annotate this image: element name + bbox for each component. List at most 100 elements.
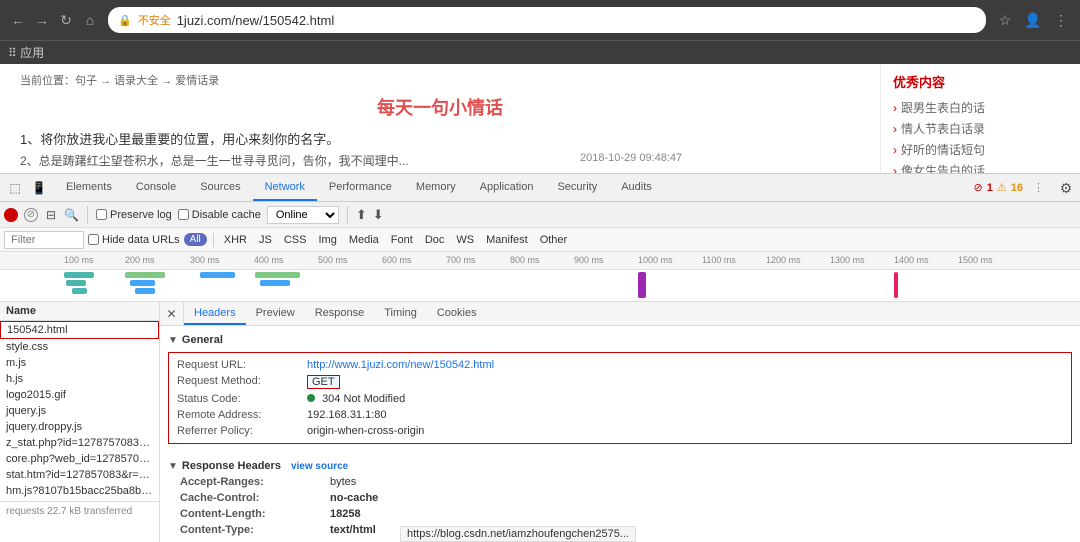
file-item-10[interactable]: hm.js?8107b15bacc25ba8b7f... xyxy=(0,483,159,499)
disable-cache-checkbox[interactable]: Disable cache xyxy=(178,209,261,221)
view-source-link[interactable]: view source xyxy=(291,461,348,472)
error-icon: ⊘ xyxy=(974,181,983,194)
content-length-value: 18258 xyxy=(330,508,361,520)
filter-xhr[interactable]: XHR xyxy=(220,233,251,247)
filter-icon[interactable]: ⊟ xyxy=(44,208,58,222)
record-button[interactable] xyxy=(4,208,18,222)
tab-audits[interactable]: Audits xyxy=(609,174,664,201)
preserve-log-checkbox[interactable]: Preserve log xyxy=(96,209,172,221)
sidebar-item-2[interactable]: 好听的情话短句 xyxy=(893,139,1068,160)
filter-css[interactable]: CSS xyxy=(280,233,311,247)
tab-elements[interactable]: Elements xyxy=(54,174,124,201)
devtools-settings-button[interactable]: ⚙ xyxy=(1052,174,1080,202)
address-bar[interactable]: 🔒 不安全 1juzi.com/new/150542.html xyxy=(108,7,986,33)
file-item-2[interactable]: m.js xyxy=(0,355,159,371)
sidebar-item-0[interactable]: 跟男生表白的话 xyxy=(893,97,1068,118)
filter-input[interactable] xyxy=(4,231,84,249)
tick-200ms: 200 ms xyxy=(125,255,155,265)
general-header: ▼ General xyxy=(168,330,1072,348)
throttle-select[interactable]: Online Offline Slow 3G Fast 3G xyxy=(267,206,339,224)
hide-data-urls-label: Hide data URLs xyxy=(102,234,180,246)
detail-tab-preview[interactable]: Preview xyxy=(246,302,305,325)
tl-bar-vertical2 xyxy=(894,272,898,298)
request-url-value[interactable]: http://www.1juzi.com/new/150542.html xyxy=(307,359,494,371)
status-code-label: Status Code: xyxy=(177,393,307,405)
profile-button[interactable]: 👤 xyxy=(1022,9,1044,31)
file-item-0[interactable]: 150542.html xyxy=(0,321,159,339)
tick-700ms: 700 ms xyxy=(446,255,476,265)
detail-tab-headers[interactable]: Headers xyxy=(184,302,246,325)
detail-close-button[interactable]: ✕ xyxy=(160,302,184,325)
apps-label: ⠿ 应用 xyxy=(8,44,44,61)
upload-icon[interactable]: ⬆ xyxy=(356,207,367,223)
bookmarks-bar: ⠿ 应用 xyxy=(0,40,1080,64)
filter-doc[interactable]: Doc xyxy=(421,233,449,247)
filter-font[interactable]: Font xyxy=(387,233,417,247)
preserve-log-input[interactable] xyxy=(96,209,107,220)
file-item-6[interactable]: jquery.droppy.js xyxy=(0,419,159,435)
file-item-1[interactable]: style.css xyxy=(0,339,159,355)
timeline-ruler: 100 ms 200 ms 300 ms 400 ms 500 ms 600 m… xyxy=(0,252,1080,270)
back-button[interactable]: ← xyxy=(8,10,28,30)
network-toolbar: ⊘ ⊟ 🔍 Preserve log Disable cache Online … xyxy=(0,202,1080,228)
forward-button[interactable]: → xyxy=(32,10,52,30)
file-item-4[interactable]: logo2015.gif xyxy=(0,387,159,403)
file-item-3[interactable]: h.js xyxy=(0,371,159,387)
page-content-line1: 1、将你放进我心里最重要的位置，用心来刻你的名字。 xyxy=(20,128,860,151)
general-title: General xyxy=(182,334,223,346)
reload-button[interactable]: ↻ xyxy=(56,10,76,30)
main-area: 当前位置：句子 → 语录大全 → 爱情话录 每天一句小情话 1、将你放进我心里最… xyxy=(0,64,1080,542)
accept-ranges-name: Accept-Ranges: xyxy=(180,476,330,488)
tab-sources[interactable]: Sources xyxy=(188,174,252,201)
referrer-policy-value: origin-when-cross-origin xyxy=(307,425,424,437)
filter-media[interactable]: Media xyxy=(345,233,383,247)
file-item-5[interactable]: jquery.js xyxy=(0,403,159,419)
home-button[interactable]: ⌂ xyxy=(80,10,100,30)
tab-security[interactable]: Security xyxy=(545,174,609,201)
response-headers-title: Response Headers xyxy=(182,460,281,472)
status-dot xyxy=(307,394,315,402)
accept-ranges-row: Accept-Ranges: bytes xyxy=(180,474,1072,490)
request-url-label: Request URL: xyxy=(177,359,307,371)
file-item-8[interactable]: core.php?web_id=127857083... xyxy=(0,451,159,467)
filter-manifest[interactable]: Manifest xyxy=(482,233,532,247)
device-button[interactable]: 📱 xyxy=(28,177,50,199)
content-type-name: Content-Type: xyxy=(180,524,330,536)
preserve-log-label: Preserve log xyxy=(110,209,172,221)
status-code-text: 304 Not Modified xyxy=(322,393,405,405)
file-item-7[interactable]: z_stat.php?id=12787570834&... xyxy=(0,435,159,451)
sidebar-item-1[interactable]: 情人节表白话录 xyxy=(893,118,1068,139)
tab-performance[interactable]: Performance xyxy=(317,174,404,201)
request-method-label: Request Method: xyxy=(177,375,307,389)
hide-data-urls-checkbox[interactable]: Hide data URLs xyxy=(88,234,180,246)
inspect-button[interactable]: ⬚ xyxy=(4,177,26,199)
remote-address-row: Remote Address: 192.168.31.1:80 xyxy=(177,407,1063,423)
hide-data-urls-input[interactable] xyxy=(88,234,99,245)
more-icon: ⋮ xyxy=(1033,181,1044,194)
tick-1100ms: 1100 ms xyxy=(702,255,736,265)
download-icon[interactable]: ⬇ xyxy=(373,207,384,223)
filter-img[interactable]: Img xyxy=(314,233,340,247)
filter-ws[interactable]: WS xyxy=(452,233,478,247)
filter-other[interactable]: Other xyxy=(536,233,572,247)
clear-button[interactable]: ⊘ xyxy=(24,208,38,222)
filter-js[interactable]: JS xyxy=(255,233,276,247)
sidebar-item-3[interactable]: 像女生告白的话 xyxy=(893,160,1068,173)
search-icon[interactable]: 🔍 xyxy=(64,208,79,222)
menu-button[interactable]: ⋮ xyxy=(1050,9,1072,31)
tab-memory[interactable]: Memory xyxy=(404,174,468,201)
tab-application[interactable]: Application xyxy=(468,174,546,201)
tab-network[interactable]: Network xyxy=(253,174,317,201)
cache-control-row: Cache-Control: no-cache xyxy=(180,490,1072,506)
status-code-row: Status Code: 304 Not Modified xyxy=(177,391,1063,407)
remote-address-label: Remote Address: xyxy=(177,409,307,421)
disable-cache-input[interactable] xyxy=(178,209,189,220)
detail-tab-response[interactable]: Response xyxy=(305,302,375,325)
tab-console[interactable]: Console xyxy=(124,174,188,201)
file-item-9[interactable]: stat.htm?id=127857083&r=h... xyxy=(0,467,159,483)
detail-tab-cookies[interactable]: Cookies xyxy=(427,302,487,325)
webpage-sidebar: 优秀内容 跟男生表白的话 情人节表白话录 好听的情话短句 像女生告白的话 xyxy=(880,64,1080,173)
bookmark-button[interactable]: ☆ xyxy=(994,9,1016,31)
detail-tab-timing[interactable]: Timing xyxy=(374,302,427,325)
cache-control-name: Cache-Control: xyxy=(180,492,330,504)
